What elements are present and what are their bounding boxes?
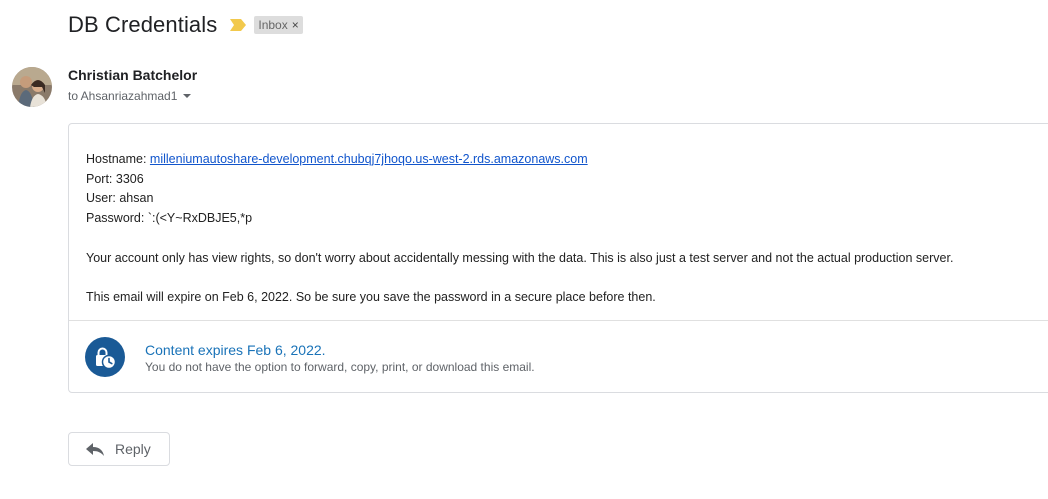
reply-button[interactable]: Reply xyxy=(68,432,170,466)
remove-label-icon[interactable]: × xyxy=(292,18,299,32)
hostname-label: Hostname: xyxy=(86,152,150,166)
hostname-link[interactable]: milleniumautoshare-development.chubqj7jh… xyxy=(150,152,588,166)
divider xyxy=(69,320,1048,321)
message-body: Hostname: milleniumautoshare-development… xyxy=(86,150,953,308)
sender-avatar[interactable] xyxy=(12,67,52,107)
confidential-lock-clock-icon xyxy=(85,337,125,377)
email-subject: DB Credentials xyxy=(68,12,218,37)
reply-arrow-icon xyxy=(85,441,105,457)
message-card: Hostname: milleniumautoshare-development… xyxy=(68,123,1048,393)
recipient-text: to Ahsanriazahmad1 xyxy=(68,89,178,103)
paragraph-expiry: This email will expire on Feb 6, 2022. S… xyxy=(86,289,656,304)
label-chip-inbox: Inbox × xyxy=(254,16,303,34)
paragraph-view-rights: Your account only has view rights, so do… xyxy=(86,250,954,265)
password-line: Password: `:(<Y~RxDBJE5,*p xyxy=(86,211,253,226)
label-chip-text: Inbox xyxy=(258,17,288,32)
reply-label: Reply xyxy=(115,441,151,457)
sender-name: Christian Batchelor xyxy=(68,67,198,83)
expiry-title: Content expires Feb 6, 2022. xyxy=(145,342,326,358)
user-line: User: ahsan xyxy=(86,191,154,206)
recipient-row: to Ahsanriazahmad1 xyxy=(68,89,192,103)
hostname-line: Hostname: milleniumautoshare-development… xyxy=(86,150,953,170)
subject-row: DB Credentials Inbox × xyxy=(68,10,303,40)
importance-marker-icon[interactable] xyxy=(230,18,247,32)
port-line: Port: 3306 xyxy=(86,171,144,186)
expiry-subtitle: You do not have the option to forward, c… xyxy=(145,360,535,374)
show-details-caret-icon[interactable] xyxy=(183,94,192,98)
